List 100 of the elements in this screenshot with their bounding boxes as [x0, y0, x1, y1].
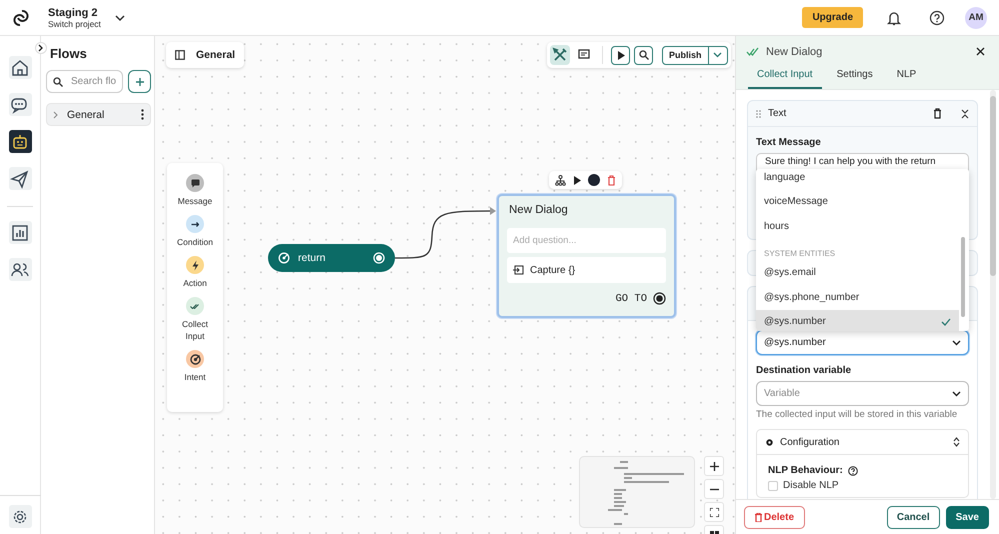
delete-button[interactable]: Delete [744, 506, 806, 529]
bell-icon[interactable] [887, 10, 901, 26]
mode-button[interactable] [550, 45, 570, 65]
logo-icon [12, 8, 30, 26]
nav-item[interactable] [8, 221, 32, 244]
help-icon[interactable] [929, 10, 945, 26]
arrow-right-icon [190, 222, 199, 226]
help-icon[interactable] [848, 466, 858, 476]
chevron-down-icon [952, 390, 961, 396]
chevron-down-icon[interactable] [114, 14, 125, 22]
palette-item[interactable]: Intent [184, 350, 206, 383]
upgrade-button[interactable]: Upgrade [802, 7, 863, 28]
node-title: New Dialog [509, 204, 569, 216]
search-button[interactable] [634, 46, 653, 64]
settings-icon [765, 438, 774, 446]
collapse-icon[interactable] [961, 108, 969, 118]
save-button[interactable]: Save [946, 506, 989, 529]
switch-project-link[interactable]: Switch project [48, 18, 101, 28]
dropdown-option[interactable]: hours [756, 214, 959, 238]
entity-select[interactable]: @sys.number [756, 330, 969, 355]
field-label: Destination variable [756, 365, 852, 376]
palette-item[interactable]: Collect Input [182, 297, 208, 342]
configuration-header[interactable]: Configuration [757, 430, 968, 455]
plus-icon [710, 462, 718, 470]
zoom-in-button[interactable] [704, 456, 724, 476]
fit-view-button[interactable] [704, 502, 724, 522]
search-icon [638, 50, 648, 60]
nav-item[interactable] [8, 93, 32, 116]
tab[interactable]: NLP [888, 64, 926, 89]
lightning-icon [192, 260, 198, 270]
check-icon [941, 318, 951, 326]
dropdown-option[interactable]: @sys.number [756, 310, 959, 331]
field-label: Text Message [756, 137, 822, 148]
input-icon [513, 265, 524, 275]
variable-select[interactable]: Variable [756, 381, 969, 406]
checkbox-label: Disable NLP [783, 480, 839, 491]
play-icon[interactable] [573, 176, 581, 184]
capture-row[interactable]: Capture {} [507, 257, 666, 283]
circle-icon[interactable] [588, 174, 600, 186]
minimap[interactable] [579, 456, 695, 528]
palette-item[interactable]: Action [183, 256, 207, 289]
settings-icon [12, 508, 28, 524]
block-title: Text [768, 108, 788, 119]
zoom-out-button[interactable] [704, 479, 724, 499]
palette-item[interactable]: Condition [177, 215, 213, 248]
hierarchy-icon[interactable] [555, 174, 566, 186]
search-field[interactable]: Search flo [46, 70, 123, 93]
capture-label: Capture {} [530, 264, 576, 276]
double-check-icon [190, 304, 200, 308]
nav-item[interactable] [8, 505, 32, 528]
run-button[interactable] [611, 46, 630, 64]
drag-handle-icon[interactable] [756, 110, 761, 118]
target-icon [278, 252, 290, 264]
tools-icon [552, 47, 568, 63]
plus-icon [134, 76, 144, 86]
double-check-icon [746, 46, 760, 56]
chevron-right-icon [38, 44, 44, 52]
group-header: SYSTEM ENTITIES [763, 248, 836, 260]
sidebar-icon [175, 50, 185, 60]
project-name: Staging 2 [48, 6, 99, 18]
flow-item[interactable]: General [46, 103, 151, 126]
trigger-node[interactable]: return [268, 244, 395, 272]
expand-icon [953, 437, 960, 447]
tab[interactable]: Settings [828, 64, 882, 89]
panel-title: Flows [50, 46, 88, 61]
user-avatar[interactable]: AM [965, 6, 987, 28]
message-icon [190, 178, 200, 188]
tab[interactable]: Collect Input [748, 64, 822, 89]
publish-split-button[interactable]: Publish [662, 46, 728, 64]
dropdown-option[interactable]: @sys.email [756, 260, 959, 285]
trash-icon [755, 513, 762, 522]
breadcrumb-tab[interactable]: General [166, 42, 244, 68]
palette-item[interactable]: Message [178, 174, 212, 207]
more-icon[interactable] [141, 109, 144, 120]
output-handle-icon[interactable] [653, 292, 666, 305]
close-icon[interactable] [976, 47, 985, 56]
play-icon [616, 50, 624, 60]
dropdown-option[interactable]: @sys.phone_number [756, 285, 959, 310]
panel-title: New Dialog [766, 46, 824, 58]
checkbox[interactable] [768, 480, 778, 490]
node-label: return [298, 252, 326, 264]
nav-item[interactable] [8, 167, 32, 190]
dropdown-option[interactable]: language [756, 169, 959, 190]
nav-item[interactable] [8, 56, 32, 79]
goto-label: GO TO [615, 292, 647, 304]
dialog-node[interactable]: New Dialog Add question... Capture {} GO TO [497, 194, 676, 318]
chevron-right-icon[interactable] [53, 110, 59, 118]
nav-item[interactable] [8, 130, 32, 153]
section-label: NLP Behaviour: [768, 465, 843, 476]
search-icon [53, 76, 63, 86]
collapse-toggle[interactable] [35, 42, 47, 54]
trash-icon[interactable] [933, 108, 942, 119]
nav-item[interactable] [8, 258, 32, 281]
chevron-down-icon [952, 340, 961, 346]
cancel-button[interactable]: Cancel [886, 506, 940, 529]
add-button[interactable] [128, 70, 151, 93]
fit-view-icon [710, 508, 718, 516]
field-hint: The collected input will be stored in this variable [756, 409, 958, 420]
target-icon [190, 354, 200, 364]
dropdown-option[interactable]: voiceMessage [756, 190, 959, 214]
